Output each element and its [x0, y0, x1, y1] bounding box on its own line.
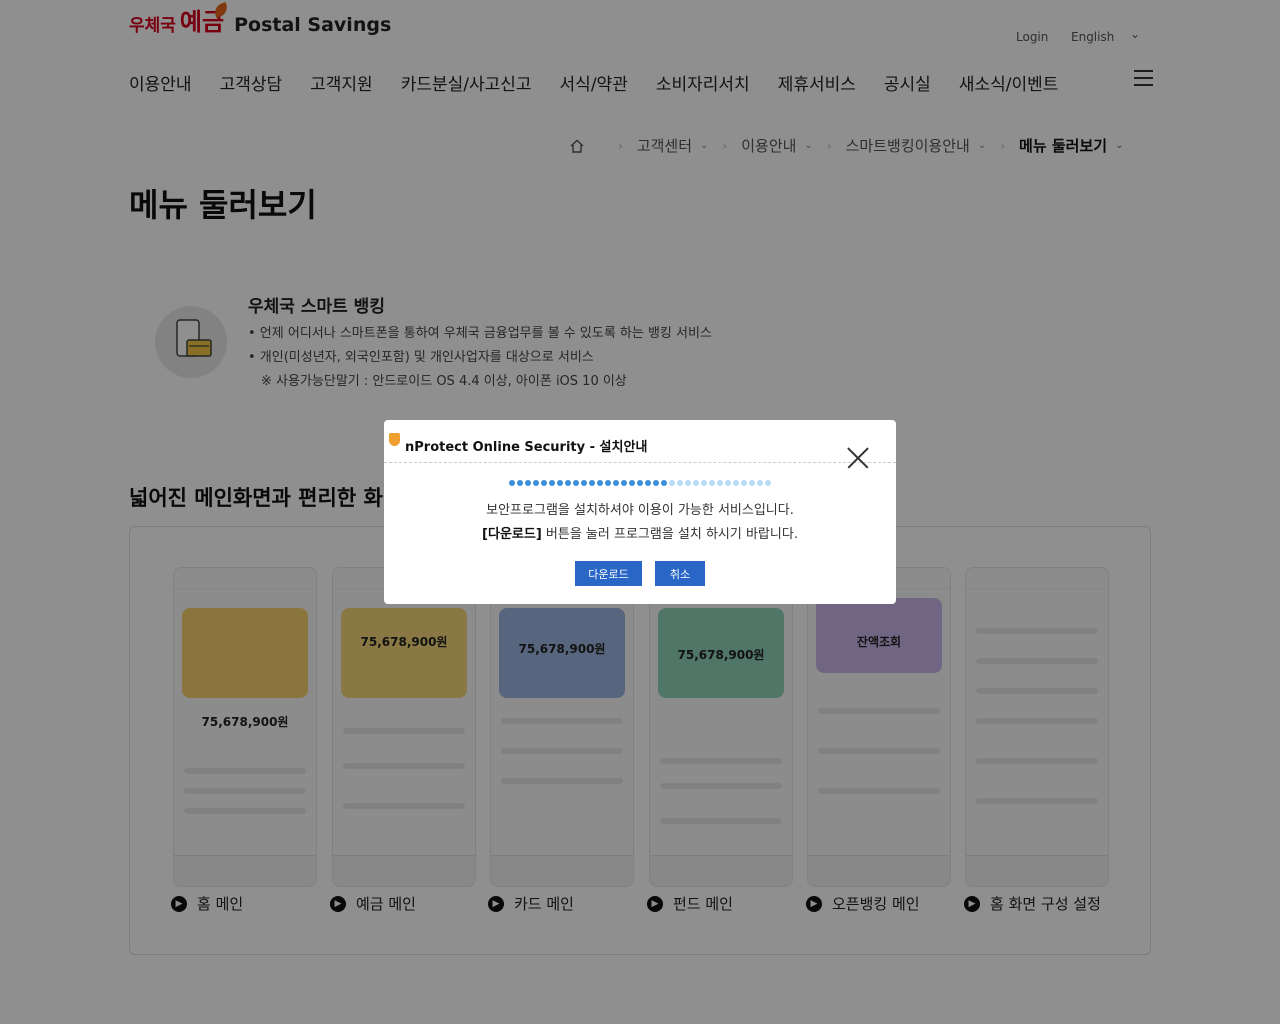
progress-dot — [509, 480, 515, 486]
progress-dot — [549, 480, 555, 486]
modal-title: nProtect Online Security - 설치안내 — [405, 440, 648, 455]
progress-dot — [733, 480, 739, 486]
progress-dot — [701, 480, 707, 486]
progress-dot — [573, 480, 579, 486]
modal-message-bold: [다운로드] — [482, 527, 542, 542]
progress-dot — [725, 480, 731, 486]
progress-dot — [565, 480, 571, 486]
modal-message: 보안프로그램을 설치하셔야 이용이 가능한 서비스입니다. — [486, 503, 794, 518]
progress-dot — [741, 480, 747, 486]
progress-dot — [613, 480, 619, 486]
close-icon[interactable] — [846, 446, 870, 470]
progress-dot — [541, 480, 547, 486]
progress-dot — [533, 480, 539, 486]
progress-dot — [661, 480, 667, 486]
progress-dot — [629, 480, 635, 486]
progress-dot — [597, 480, 603, 486]
progress-dot — [557, 480, 563, 486]
progress-dot — [717, 480, 723, 486]
progress-dot — [589, 480, 595, 486]
progress-dots — [509, 480, 773, 486]
modal-header: nProtect Online Security - 설치안내 — [384, 420, 896, 463]
progress-dot — [645, 480, 651, 486]
progress-dot — [581, 480, 587, 486]
modal-message-2: [다운로드] 버튼을 눌러 프로그램을 설치 하시기 바랍니다. — [384, 523, 896, 542]
progress-dot — [669, 480, 675, 486]
progress-dot — [621, 480, 627, 486]
progress-dot — [693, 480, 699, 486]
progress-dot — [605, 480, 611, 486]
download-button[interactable]: 다운로드 — [575, 561, 642, 586]
progress-dot — [677, 480, 683, 486]
shield-icon — [389, 433, 400, 446]
modal-message-rest: 버튼을 눌러 프로그램을 설치 하시기 바랍니다. — [541, 527, 798, 542]
progress-dot — [637, 480, 643, 486]
progress-dot — [653, 480, 659, 486]
cancel-button[interactable]: 취소 — [655, 561, 705, 586]
progress-dot — [685, 480, 691, 486]
progress-dot — [709, 480, 715, 486]
progress-dot — [749, 480, 755, 486]
progress-dot — [757, 480, 763, 486]
install-modal: nProtect Online Security - 설치안내 보안프로그램을 … — [384, 420, 896, 604]
progress-dot — [517, 480, 523, 486]
progress-dot — [525, 480, 531, 486]
progress-dot — [765, 480, 771, 486]
